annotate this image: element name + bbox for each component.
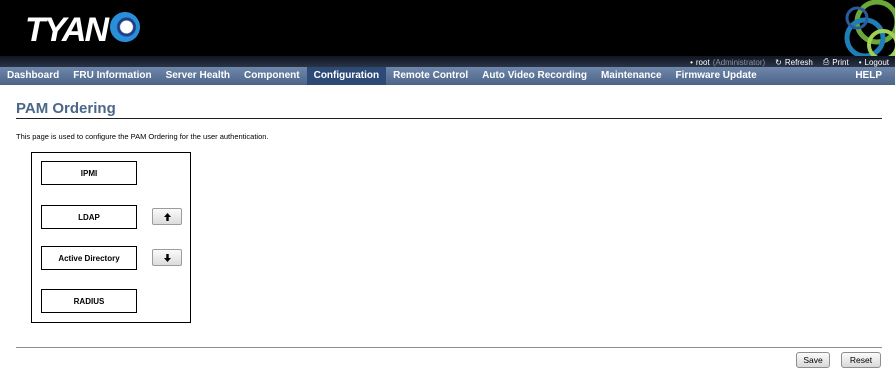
- current-user: • root (Administrator): [690, 58, 765, 67]
- nav-remote-control[interactable]: Remote Control: [386, 67, 475, 85]
- nav-configuration[interactable]: Configuration: [306, 67, 387, 85]
- print-label: Print: [832, 57, 849, 67]
- refresh-link[interactable]: ↻ Refresh: [775, 58, 813, 67]
- logout-icon: •: [858, 57, 862, 67]
- nav-firmware-update[interactable]: Firmware Update: [669, 67, 764, 85]
- tyan-logo[interactable]: TYAN: [25, 11, 141, 49]
- nav-maintenance[interactable]: Maintenance: [594, 67, 669, 85]
- logout-label: Logout: [864, 57, 889, 67]
- nav-component[interactable]: Component: [237, 67, 307, 85]
- pam-item-radius[interactable]: RADIUS: [41, 289, 137, 313]
- print-icon: ⎙: [822, 57, 830, 66]
- refresh-label: Refresh: [784, 57, 813, 67]
- user-role: (Administrator): [712, 57, 766, 67]
- main-nav: Dashboard FRU Information Server Health …: [0, 67, 895, 85]
- nav-auto-video-recording[interactable]: Auto Video Recording: [475, 67, 594, 85]
- page-description: This page is used to configure the PAM O…: [16, 132, 269, 141]
- footer-divider: [16, 347, 882, 348]
- title-divider: [16, 118, 882, 119]
- nav-fru-information[interactable]: FRU Information: [66, 67, 158, 85]
- logout-link[interactable]: • Logout: [859, 58, 889, 67]
- move-up-button[interactable]: [152, 208, 182, 225]
- arrow-up-icon: [163, 212, 171, 221]
- save-button[interactable]: Save: [796, 352, 830, 368]
- pam-item-ldap[interactable]: LDAP: [41, 205, 137, 229]
- pam-item-active-directory[interactable]: Active Directory: [41, 246, 137, 270]
- pam-item-ipmi[interactable]: IPMI: [41, 161, 137, 185]
- reset-button[interactable]: Reset: [841, 352, 881, 368]
- nav-dashboard[interactable]: Dashboard: [0, 67, 66, 85]
- nav-server-health[interactable]: Server Health: [159, 67, 237, 85]
- header-bar: TYAN: [0, 0, 895, 61]
- print-link[interactable]: ⎙ Print: [823, 57, 849, 67]
- logo-text: TYAN: [25, 11, 109, 49]
- pam-order-panel: IPMI LDAP Active Directory RADIUS: [31, 152, 191, 323]
- nav-help[interactable]: HELP: [848, 67, 889, 85]
- logo-orb-icon: [110, 12, 141, 42]
- page-title: PAM Ordering: [16, 100, 116, 117]
- user-utility-bar: • root (Administrator) ↻ Refresh ⎙ Print …: [690, 57, 889, 67]
- arrow-down-icon: [163, 253, 171, 262]
- user-icon: •: [690, 57, 693, 67]
- user-name: root: [695, 57, 710, 67]
- move-down-button[interactable]: [152, 249, 182, 266]
- refresh-icon: ↻: [775, 57, 782, 67]
